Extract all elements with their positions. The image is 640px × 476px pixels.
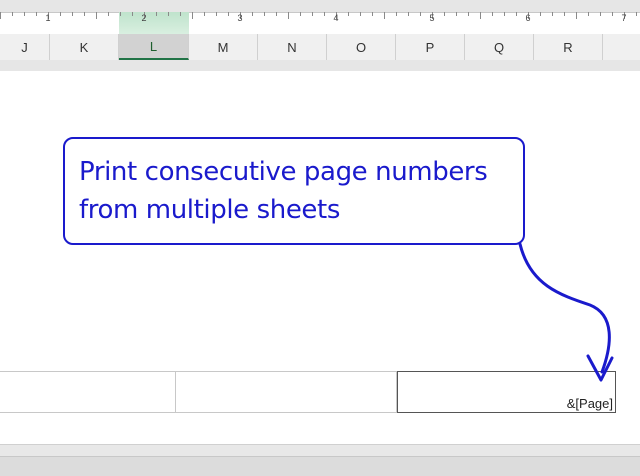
status-bar bbox=[0, 456, 640, 476]
callout-arrow bbox=[518, 242, 614, 382]
